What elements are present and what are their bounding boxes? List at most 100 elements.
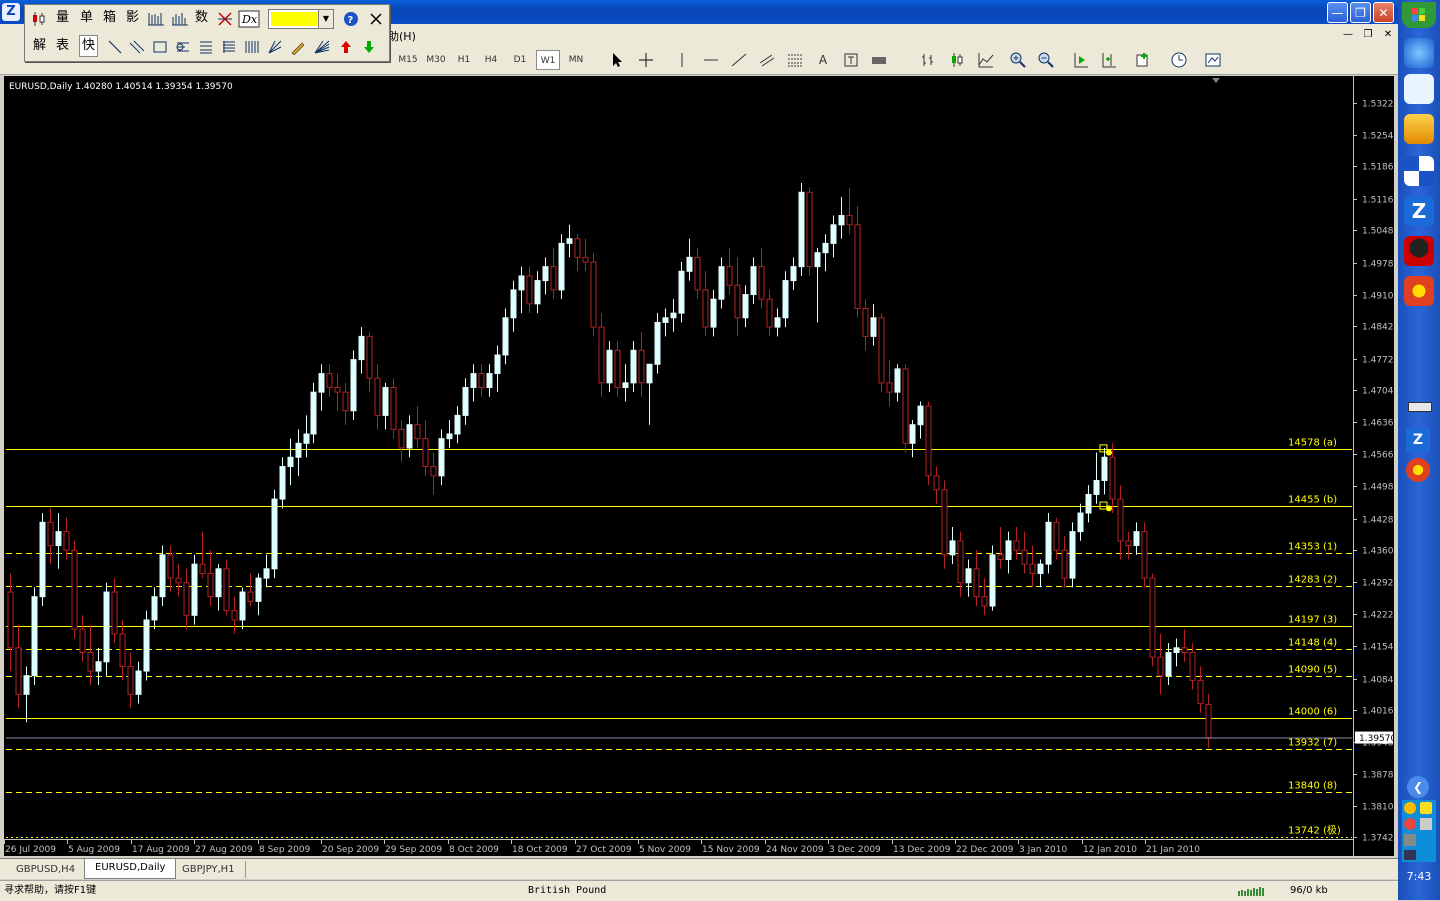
chart-shift-icon[interactable] [1100,51,1118,69]
single-tool[interactable]: 单 [80,8,93,28]
dx-tool-icon[interactable]: Dx [238,10,260,28]
volume-icon[interactable] [1404,834,1416,846]
gann-tool-icon[interactable] [198,39,214,55]
tab-eurusd-daily[interactable]: EURUSD,Daily [84,859,177,879]
z-tray-icon[interactable]: Z [1406,428,1430,452]
qq-icon[interactable] [1404,236,1434,266]
period-h1[interactable]: H1 [454,50,474,70]
autoscroll-icon[interactable] [1072,51,1090,69]
fib-point-marker[interactable] [1106,449,1112,456]
menu-help[interactable]: 助(H) [388,28,416,44]
z-app-icon[interactable]: Z [1404,196,1434,226]
bar-chart-icon[interactable] [920,51,938,69]
shadow-tool[interactable]: 影 [126,8,139,28]
alert-icon[interactable] [1404,818,1416,830]
tab-gbpjpy-h1[interactable]: GBPJPY,H1 [172,861,246,878]
candle-body [263,568,270,579]
text-icon[interactable]: A [815,50,831,70]
candle-toggle-icon[interactable] [31,11,47,27]
line-chart-icon[interactable] [977,51,995,69]
histogram-tool-icon[interactable] [171,11,189,27]
chevron-up-icon[interactable]: ❮ [1407,776,1429,798]
templates-icon[interactable] [1204,51,1222,69]
candle-body [694,256,701,291]
line-tool-icon[interactable] [107,39,123,55]
rectangle-tool-icon[interactable] [152,39,168,55]
crosshair-icon[interactable] [637,51,655,69]
color-picker[interactable]: ▼ [268,9,334,29]
zoom-out-icon[interactable] [1037,51,1055,69]
desktop-icon[interactable] [1404,74,1434,104]
period-mn[interactable]: MN [565,50,587,70]
pencil-tool-icon[interactable] [290,39,306,55]
table-tool[interactable]: 表 [56,36,69,56]
cursor-icon[interactable] [608,51,626,69]
indicators-icon[interactable] [1135,51,1153,69]
text-label-icon[interactable] [842,51,860,69]
fib-anchor-marker[interactable] [1099,501,1108,510]
pitchfork-tool-icon[interactable] [267,39,283,55]
chart-area[interactable]: EURUSD,Daily 1.40280 1.40514 1.39354 1.3… [4,76,1394,856]
chart-shift-marker[interactable] [1212,78,1220,83]
restore-button[interactable]: ❐ [1350,2,1371,23]
period-d1[interactable]: D1 [509,50,531,70]
start-button[interactable] [1402,2,1436,28]
parallel-tool-icon[interactable] [129,39,145,55]
close-toolbar-icon[interactable] [368,11,384,27]
period-m30[interactable]: M30 [424,50,448,70]
zoom-in-icon[interactable] [1009,51,1027,69]
candle-body [350,359,357,412]
app-grid-icon[interactable] [1404,156,1434,186]
box-tool[interactable]: 箱 [103,8,116,28]
help-icon[interactable]: ? [343,11,359,27]
delete-tool-icon[interactable] [217,11,233,27]
vertical-line-icon[interactable] [673,51,691,69]
tray-app-icon[interactable] [1406,458,1430,482]
y-tick-label: 1.44980 [1362,483,1394,493]
x-tick-label: 12 Jan 2010 [1083,845,1137,855]
channel-icon[interactable] [758,51,776,69]
mdi-close-icon[interactable]: ✕ [1380,28,1396,42]
x-tick-label: 27 Aug 2009 [195,845,253,855]
minimize-button[interactable]: — [1327,2,1348,23]
candle-body [1077,512,1084,533]
parse-tool[interactable]: 解 [33,36,46,56]
arrow-tool-icon[interactable] [870,51,888,69]
network-icon[interactable] [1420,818,1432,830]
browser-icon[interactable] [1404,276,1434,306]
qq-tray-icon[interactable] [1404,802,1416,814]
number-tool[interactable]: 数 [195,8,208,28]
arrow-down-icon[interactable] [362,39,376,55]
mdi-restore-icon[interactable]: ❐ [1360,28,1376,42]
periods-clock-icon[interactable] [1170,51,1188,69]
shield-icon[interactable] [1420,802,1432,814]
fibo-tool-icon[interactable] [221,39,237,55]
quick-tool[interactable]: 快 [79,35,99,57]
candlestick-chart[interactable]: EURUSD,Daily 1.40280 1.40514 1.39354 1.3… [4,76,1394,856]
volume-tool[interactable]: 量 [56,8,69,28]
fib-anchor-marker[interactable] [1099,444,1108,453]
tab-gbpusd-h4[interactable]: GBPUSD,H4 [6,861,87,878]
period-h4[interactable]: H4 [481,50,501,70]
candle-body [734,284,741,319]
period-m15[interactable]: M15 [396,50,420,70]
candle-body [334,387,341,393]
candlestick-icon[interactable] [948,51,966,69]
fibonacci-icon[interactable] [786,51,804,69]
cycle-tool-icon[interactable] [244,39,260,55]
fib-point-marker[interactable] [1106,505,1112,512]
paint-icon[interactable] [1404,114,1434,144]
trendline-icon[interactable] [730,51,748,69]
horizontal-line-icon[interactable] [702,51,720,69]
monitor-icon[interactable] [1404,850,1416,860]
period-w1[interactable]: W1 [536,50,560,70]
keyboard-icon[interactable] [1408,402,1432,412]
mdi-minimize-icon[interactable]: — [1340,28,1356,42]
ellipse-tool-icon[interactable] [175,39,191,55]
arrow-up-icon[interactable] [339,39,353,55]
fan-tool-icon[interactable] [313,39,331,55]
close-button[interactable]: ✕ [1373,2,1394,23]
bars-tool-icon[interactable] [147,11,165,27]
chevron-down-icon[interactable]: ▼ [318,10,333,28]
ie-icon[interactable] [1404,38,1434,68]
